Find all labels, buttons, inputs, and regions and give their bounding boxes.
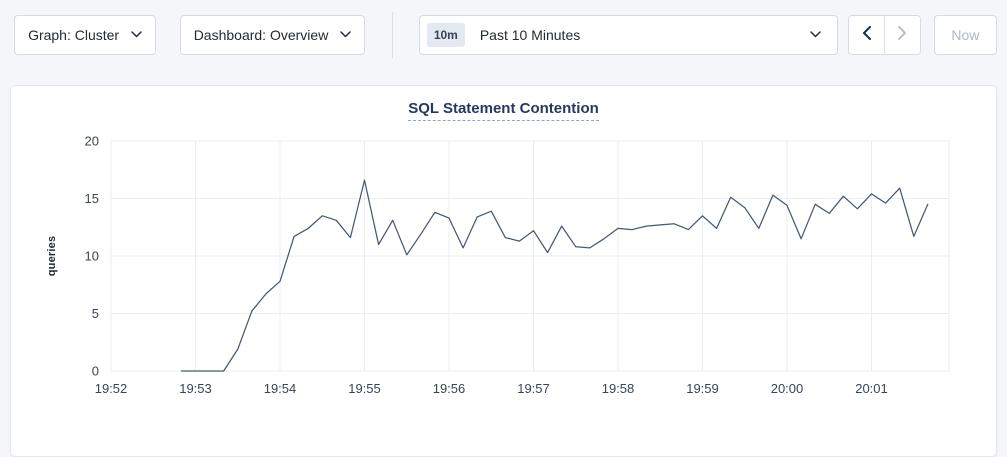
svg-text:10: 10 <box>85 249 99 264</box>
chevron-right-icon <box>898 26 907 43</box>
svg-text:20:00: 20:00 <box>771 381 804 396</box>
graph-dropdown-label: Graph: Cluster <box>28 27 119 43</box>
time-range-picker[interactable]: 10m Past 10 Minutes <box>419 15 838 55</box>
svg-text:19:54: 19:54 <box>264 381 297 396</box>
chart-panel: SQL Statement Contention 0 5 10 15 20 19:52 19… <box>10 85 997 457</box>
svg-text:queries: queries <box>46 236 58 277</box>
chevron-down-icon <box>340 31 351 38</box>
chevron-down-icon <box>131 31 142 38</box>
svg-text:19:57: 19:57 <box>517 381 550 396</box>
dashboard-dropdown-label: Dashboard: Overview <box>194 27 329 43</box>
chart-title[interactable]: SQL Statement Contention <box>408 100 599 121</box>
dashboard-dropdown[interactable]: Dashboard: Overview <box>180 15 365 55</box>
svg-text:5: 5 <box>92 306 99 321</box>
svg-text:19:52: 19:52 <box>95 381 128 396</box>
time-nav-group <box>848 15 921 55</box>
time-range-badge: 10m <box>427 23 465 47</box>
svg-text:19:59: 19:59 <box>686 381 719 396</box>
svg-text:19:58: 19:58 <box>602 381 635 396</box>
svg-text:15: 15 <box>85 191 99 206</box>
toolbar: Graph: Cluster Dashboard: Overview 10m P… <box>0 0 1007 56</box>
graph-dropdown[interactable]: Graph: Cluster <box>14 15 156 55</box>
time-prev-button[interactable] <box>849 16 885 54</box>
now-button[interactable]: Now <box>934 15 997 55</box>
svg-text:19:53: 19:53 <box>179 381 212 396</box>
svg-text:20:01: 20:01 <box>855 381 888 396</box>
chevron-left-icon <box>862 26 871 43</box>
svg-text:20: 20 <box>85 134 99 149</box>
time-next-button[interactable] <box>884 16 920 54</box>
chevron-down-icon <box>810 31 821 38</box>
chart-title-row: SQL Statement Contention <box>11 86 996 121</box>
time-range-label: Past 10 Minutes <box>480 27 580 43</box>
svg-text:0: 0 <box>92 364 99 379</box>
line-chart[interactable]: 0 5 10 15 20 19:52 19:53 19:54 19:55 19:56 19:57 19… <box>11 86 996 433</box>
svg-text:19:56: 19:56 <box>433 381 466 396</box>
toolbar-divider <box>392 12 393 58</box>
svg-text:19:55: 19:55 <box>348 381 381 396</box>
